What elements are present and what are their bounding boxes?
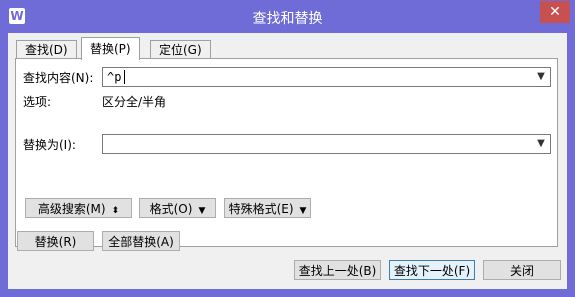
tab-goto[interactable]: 定位(G) — [150, 40, 211, 59]
format-button[interactable]: 格式(O) ▼ — [139, 198, 216, 218]
replace-input[interactable]: ▼ — [102, 134, 551, 154]
dialog-window: W 查找和替换 ✕ 查找(D) 替换(P) 定位(G) 查找内容(N): ^p … — [0, 0, 575, 297]
chevron-down-icon[interactable]: ▼ — [534, 69, 548, 85]
find-next-button[interactable]: 查找下一处(F) — [389, 260, 475, 280]
special-format-button[interactable]: 特殊格式(E) ▼ — [224, 198, 311, 218]
replace-label: 替换为(I): — [23, 138, 76, 152]
title-bar[interactable]: W 查找和替换 ✕ — [1, 1, 574, 33]
replace-all-button[interactable]: 全部替换(A) — [102, 231, 180, 251]
replace-button[interactable]: 替换(R) — [17, 231, 94, 251]
tab-find[interactable]: 查找(D) — [16, 40, 77, 59]
options-label: 选项: — [23, 95, 52, 109]
find-previous-button[interactable]: 查找上一处(B) — [294, 260, 381, 280]
dialog-body: 查找(D) 替换(P) 定位(G) 查找内容(N): ^p ▼ 选项: 区分全/… — [8, 33, 567, 289]
dropdown-arrow-icon: ▼ — [198, 206, 206, 216]
find-label: 查找内容(N): — [23, 71, 94, 85]
replace-panel: 查找内容(N): ^p ▼ 选项: 区分全/半角 替换为(I): ▼ 高级搜索(… — [15, 58, 558, 247]
close-window-button[interactable]: ✕ — [540, 1, 570, 23]
advanced-search-button[interactable]: 高级搜索(M) ⬍ — [25, 198, 132, 218]
format-label: 格式(O) — [149, 202, 193, 216]
advanced-search-label: 高级搜索(M) — [37, 202, 106, 216]
text-caret — [124, 70, 125, 84]
double-chevron-icon: ⬍ — [111, 206, 120, 216]
find-input[interactable]: ^p ▼ — [102, 67, 551, 87]
close-button[interactable]: 关闭 — [483, 260, 561, 280]
chevron-down-icon[interactable]: ▼ — [534, 136, 548, 152]
dropdown-arrow-icon: ▼ — [299, 206, 307, 216]
special-format-label: 特殊格式(E) — [228, 202, 294, 216]
dialog-title: 查找和替换 — [252, 11, 323, 27]
find-value: ^p — [107, 70, 122, 84]
tab-replace[interactable]: 替换(P) — [81, 37, 140, 60]
options-value: 区分全/半角 — [102, 95, 167, 109]
